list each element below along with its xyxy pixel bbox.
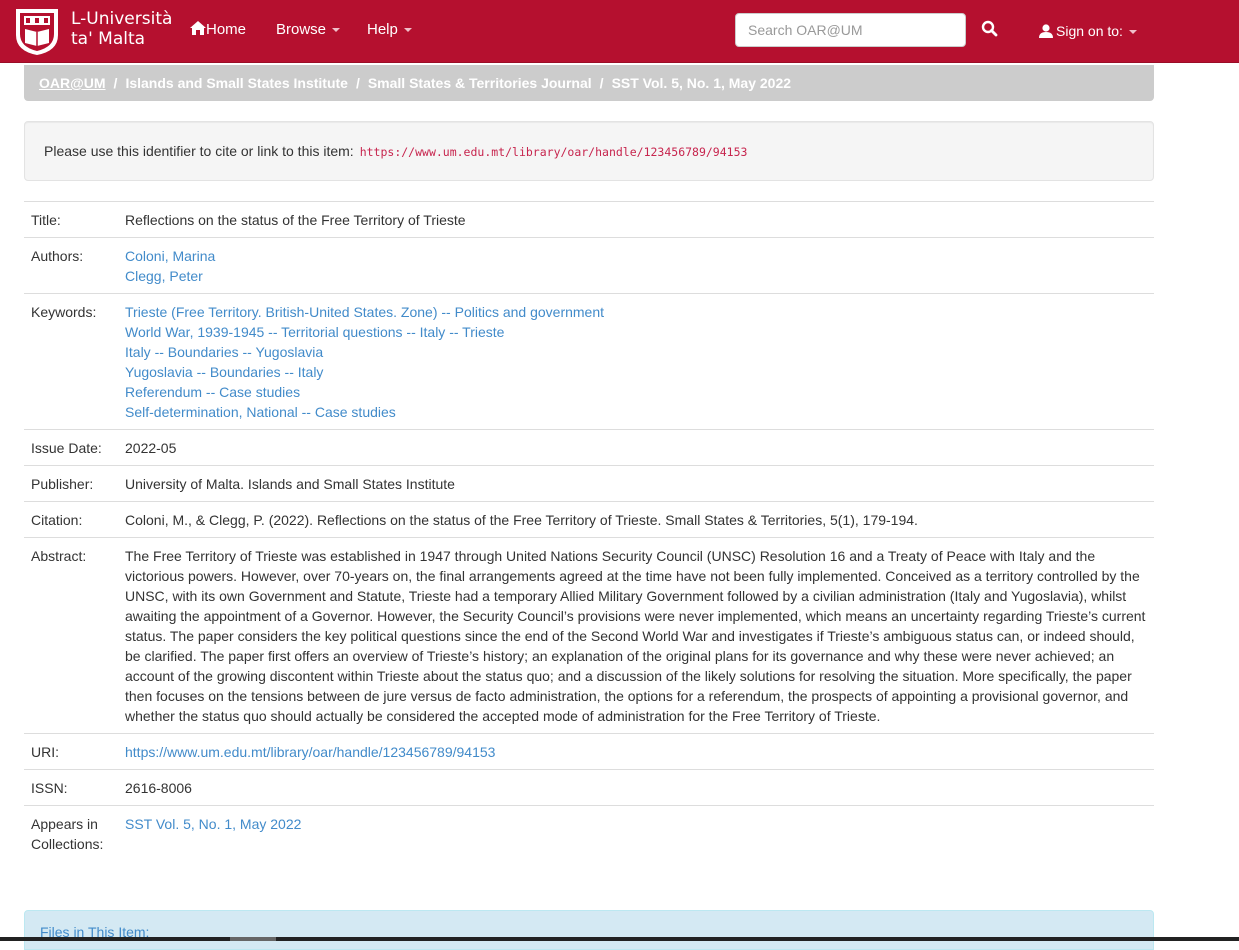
metadata-row-publisher: Publisher: University of Malta. Islands … — [24, 465, 1154, 501]
issue-date-value: 2022-05 — [125, 440, 177, 456]
collection-link[interactable]: SST Vol. 5, No. 1, May 2022 — [125, 814, 1150, 834]
scrollbar-thumb[interactable] — [230, 937, 276, 941]
brand-line-1: L-Università — [71, 9, 173, 29]
metadata-row-citation: Citation: Coloni, M., & Clegg, P. (2022)… — [24, 501, 1154, 537]
metadata-row-keywords: Keywords: Trieste (Free Territory. Briti… — [24, 293, 1154, 429]
uri-label: URI: — [31, 744, 59, 760]
search-icon[interactable] — [981, 20, 999, 38]
metadata-row-abstract: Abstract: The Free Territory of Trieste … — [24, 537, 1154, 733]
uri-link[interactable]: https://www.um.edu.mt/library/oar/handle… — [125, 742, 1150, 762]
cite-label: Please use this identifier to cite or li… — [44, 143, 354, 159]
nav-home[interactable]: Home — [190, 21, 246, 39]
chevron-down-icon — [1128, 30, 1137, 35]
university-crest-logo[interactable] — [12, 5, 62, 57]
metadata-row-uri: URI: https://www.um.edu.mt/library/oar/h… — [24, 733, 1154, 769]
metadata-row-title: Title: Reflections on the status of the … — [24, 201, 1154, 237]
brand-line-2: ta' Malta — [71, 29, 146, 49]
breadcrumb-separator: / — [113, 75, 118, 91]
nav-help-dropdown[interactable]: Help — [367, 21, 412, 39]
publisher-value: University of Malta. Islands and Small S… — [125, 476, 455, 492]
issn-value: 2616-8006 — [125, 780, 192, 796]
issn-label: ISSN: — [31, 780, 68, 796]
authors-label: Authors: — [31, 248, 84, 264]
horizontal-scrollbar[interactable] — [0, 937, 1239, 941]
issue-date-label: Issue Date: — [31, 440, 102, 456]
user-icon — [1039, 24, 1053, 38]
metadata-row-collections: Appears in Collections: SST Vol. 5, No. … — [24, 805, 1154, 861]
keyword-link[interactable]: Yugoslavia -- Boundaries -- Italy — [125, 362, 1150, 382]
home-icon — [190, 21, 206, 35]
citation-label: Citation: — [31, 512, 83, 528]
keyword-link[interactable]: Self-determination, National -- Case stu… — [125, 402, 1150, 422]
cite-url[interactable]: https://www.um.edu.mt/library/oar/handle… — [360, 145, 748, 159]
breadcrumb-link-subcollection[interactable]: SST Vol. 5, No. 1, May 2022 — [612, 75, 791, 91]
nav-browse-label: Browse — [276, 21, 327, 38]
citation-value: Coloni, M., & Clegg, P. (2022). Reflecti… — [125, 512, 918, 528]
publisher-label: Publisher: — [31, 476, 94, 492]
metadata-row-issn: ISSN: 2616-8006 — [24, 769, 1154, 805]
keywords-label: Keywords: — [31, 304, 97, 320]
keyword-link[interactable]: Trieste (Free Territory. British-United … — [125, 302, 1150, 322]
brand-name[interactable]: L-Università ta' Malta — [71, 9, 172, 49]
keyword-link[interactable]: Italy -- Boundaries -- Yugoslavia — [125, 342, 1150, 362]
chevron-down-icon — [403, 28, 412, 33]
metadata-row-authors: Authors: Coloni, Marina Clegg, Peter — [24, 237, 1154, 293]
keyword-link[interactable]: World War, 1939-1945 -- Territorial ques… — [125, 322, 1150, 342]
abstract-text: The Free Territory of Trieste was establ… — [125, 548, 1146, 724]
breadcrumb-link-home[interactable]: OAR@UM — [39, 75, 106, 91]
cite-identifier-box: Please use this identifier to cite or li… — [24, 121, 1154, 181]
breadcrumb-link-collection[interactable]: Small States & Territories Journal — [368, 75, 592, 91]
author-link[interactable]: Clegg, Peter — [125, 266, 1150, 286]
title-label: Title: — [31, 212, 61, 228]
search-input[interactable] — [735, 13, 966, 47]
breadcrumb-link-community[interactable]: Islands and Small States Institute — [125, 75, 348, 91]
sign-on-dropdown[interactable]: Sign on to: — [1039, 23, 1137, 39]
abstract-label: Abstract: — [31, 548, 87, 564]
breadcrumb-separator: / — [355, 75, 360, 91]
sign-on-label: Sign on to: — [1056, 23, 1123, 39]
files-panel: Files in This Item: — [24, 910, 1154, 950]
chevron-down-icon — [332, 28, 341, 33]
collections-label: Appears in Collections: — [31, 816, 104, 852]
breadcrumb-separator: / — [599, 75, 604, 91]
nav-help-label: Help — [367, 21, 398, 38]
item-title: Reflections on the status of the Free Te… — [125, 212, 466, 228]
top-navbar: L-Università ta' Malta Home Browse Help … — [0, 0, 1239, 63]
nav-home-label: Home — [206, 21, 247, 38]
keyword-link[interactable]: Referendum -- Case studies — [125, 382, 1150, 402]
author-link[interactable]: Coloni, Marina — [125, 246, 1150, 266]
breadcrumb: OAR@UM / Islands and Small States Institut… — [24, 65, 1154, 101]
nav-browse-dropdown[interactable]: Browse — [276, 21, 341, 39]
item-metadata-table: Title: Reflections on the status of the … — [24, 201, 1154, 861]
metadata-row-issue-date: Issue Date: 2022-05 — [24, 429, 1154, 465]
